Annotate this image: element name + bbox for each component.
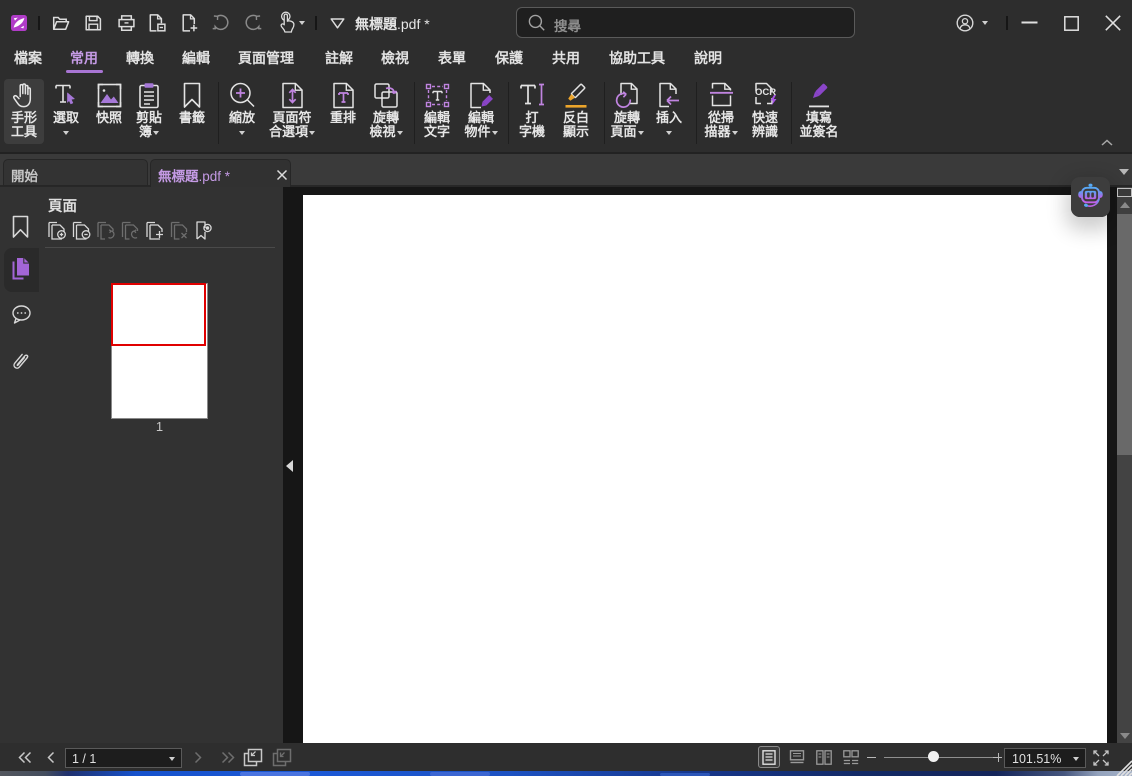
svg-text:OCR: OCR <box>755 87 776 98</box>
